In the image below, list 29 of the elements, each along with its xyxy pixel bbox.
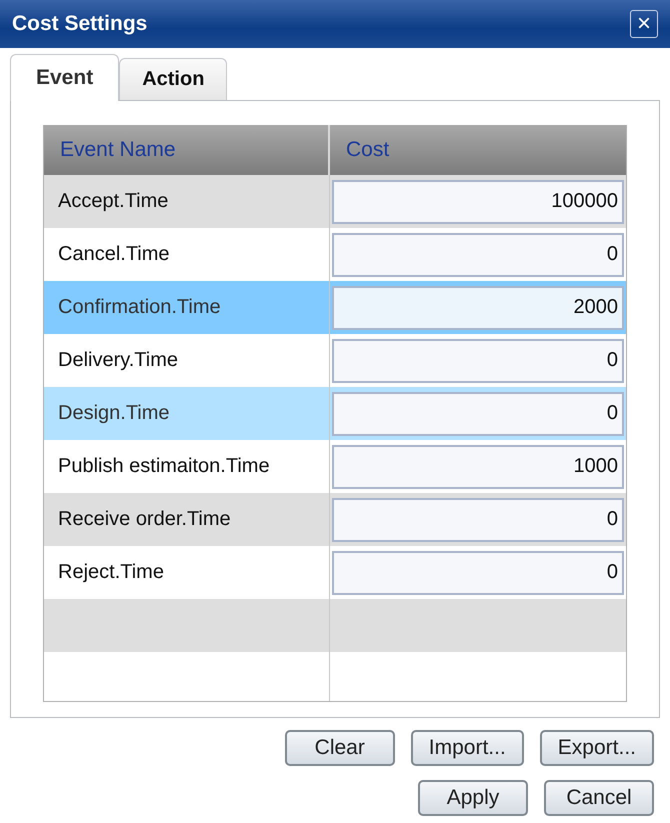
table-row[interactable]: Confirmation.Time 2000: [44, 281, 626, 334]
dialog-button[interactable]: Clear: [284, 730, 395, 766]
event-name: Receive order.Time: [58, 508, 231, 531]
event-name: Design.Time: [58, 402, 170, 425]
cost-field[interactable]: 0: [332, 232, 624, 276]
dialog-button[interactable]: Export...: [540, 730, 654, 766]
cost-field[interactable]: 0: [332, 550, 624, 594]
cost-field[interactable]: 100000: [332, 180, 624, 224]
event-name: Cancel.Time: [58, 243, 170, 266]
event-name: Publish estimaiton.Time: [58, 455, 270, 478]
cost-field[interactable]: 2000: [332, 286, 624, 330]
event-name: Confirmation.Time: [58, 296, 221, 319]
table-row[interactable]: Receive order.Time 0: [44, 493, 626, 546]
tab[interactable]: Action: [119, 58, 228, 100]
cost-field[interactable]: 0: [332, 498, 624, 542]
event-name: Reject.Time: [58, 561, 164, 584]
dialog-button[interactable]: Apply: [418, 780, 528, 816]
event-name: Delivery.Time: [58, 349, 178, 372]
dialog-button[interactable]: Import...: [410, 730, 524, 766]
cost-field[interactable]: 1000: [332, 444, 624, 488]
table-row[interactable]: Accept.Time 100000: [44, 175, 626, 228]
window-title: Cost Settings: [12, 12, 148, 36]
event-name: Accept.Time: [58, 190, 168, 213]
cost-field[interactable]: 0: [332, 392, 624, 436]
table-row[interactable]: Design.Time 0: [44, 387, 626, 440]
tab[interactable]: Event: [10, 54, 120, 101]
close-button[interactable]: ×: [630, 10, 658, 38]
cost-field[interactable]: 0: [332, 338, 624, 382]
dialog-button[interactable]: Cancel: [544, 780, 654, 816]
